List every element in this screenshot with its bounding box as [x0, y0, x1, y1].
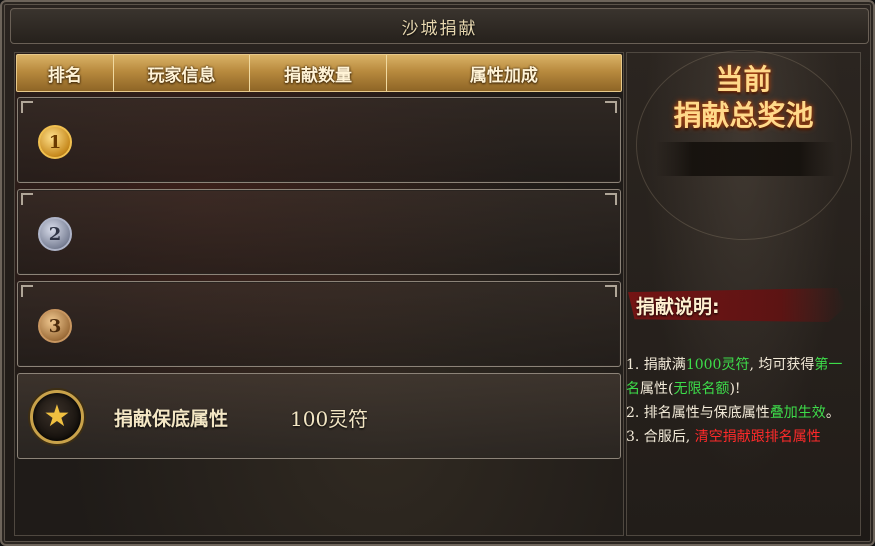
description-line-1-cont: 名属性(无限名额)!: [626, 381, 741, 397]
bronze-medal-icon: 3: [38, 309, 72, 343]
pool-title-line2: 捐献总奖池: [673, 99, 814, 132]
window-titlebar: 沙城捐献: [10, 8, 869, 44]
pool-title-line1: 当前: [715, 63, 772, 96]
guarantee-row[interactable]: ★ 捐献保底属性 100灵符: [17, 373, 621, 459]
pool-title: 当前 捐献总奖池: [626, 62, 861, 134]
description-line-1: 1. 捐献满1000灵符, 均可获得第一: [626, 357, 843, 373]
guarantee-value: 100灵符: [290, 407, 369, 431]
rank-row-1[interactable]: 1: [17, 97, 621, 183]
pool-amount-bar: [656, 142, 836, 176]
header-attribute-bonus: 属性加成: [469, 65, 538, 86]
description-line-2: 2. 排名属性与保底属性叠加生效。: [626, 405, 840, 421]
rank-row-2[interactable]: 2: [17, 189, 621, 275]
header-rank: 排名: [17, 55, 114, 91]
window-title: 沙城捐献: [401, 18, 478, 39]
header-donation-count: 捐献数量: [250, 55, 387, 91]
silver-medal-icon: 2: [38, 217, 72, 251]
description-line-3: 3. 合服后, 清空捐献跟排名属性: [626, 429, 821, 445]
ranking-table-header: 排名 玩家信息 捐献数量 属性加成: [16, 54, 622, 92]
gold-medal-icon: 1: [38, 125, 72, 159]
description-title: 捐献说明:: [636, 296, 720, 318]
header-player-info: 玩家信息: [114, 55, 251, 91]
star-icon: ★: [30, 390, 84, 444]
description-text: 1. 捐献满1000灵符, 均可获得第一 名属性(无限名额)! 2. 排名属性与…: [626, 353, 862, 449]
rank-row-3[interactable]: 3: [17, 281, 621, 367]
guarantee-label: 捐献保底属性: [114, 408, 229, 430]
